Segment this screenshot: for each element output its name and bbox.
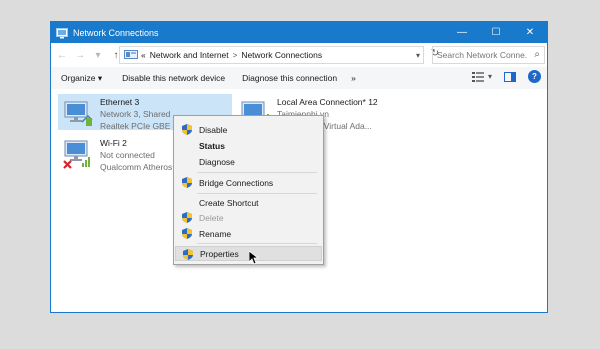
menu-item-label: Rename (199, 228, 232, 239)
title-bar[interactable]: Network Connections — ☐ ✕ (51, 22, 547, 43)
menu-item-status[interactable]: Status (175, 138, 322, 153)
menu-separator (197, 172, 317, 173)
connection-name: Local Area Connection* 12 (277, 97, 378, 107)
menu-item-bridge-connections[interactable]: Bridge Connections (175, 175, 322, 190)
back-arrow-icon[interactable]: ← (55, 50, 69, 61)
menu-item-create-shortcut[interactable]: Create Shortcut (175, 195, 322, 210)
breadcrumb-separator[interactable]: > (233, 51, 238, 60)
search-box[interactable]: ⌕ (432, 46, 545, 64)
wifi-adapter-disconnected-icon (62, 137, 94, 169)
address-bar[interactable]: « Network and Internet > Network Connect… (119, 46, 424, 64)
uac-shield-icon (183, 249, 193, 260)
menu-item-label: Delete (199, 212, 224, 223)
uac-shield-icon (182, 124, 192, 135)
menu-item-label: Bridge Connections (199, 177, 274, 188)
network-folder-icon (56, 27, 68, 39)
menu-item-delete: Delete (175, 210, 322, 225)
connection-name: Ethernet 3 (100, 97, 140, 107)
menu-separator (197, 243, 317, 244)
help-icon[interactable]: ? (528, 70, 541, 83)
mouse-pointer-icon (249, 251, 259, 265)
connection-device: Qualcomm Atheros C (100, 162, 181, 172)
menu-item-disable[interactable]: Disable (175, 122, 322, 137)
command-bar: Organize ▾ Disable this network device D… (51, 67, 547, 89)
connection-name: Wi-Fi 2 (100, 138, 127, 148)
organize-menu[interactable]: Organize ▾ (61, 73, 102, 84)
diagnose-connection-button[interactable]: Diagnose this connection (242, 73, 337, 83)
menu-item-label: Diagnose (199, 156, 235, 167)
uac-shield-icon (182, 228, 192, 239)
control-panel-icon (124, 50, 138, 60)
maximize-button[interactable]: ☐ (479, 22, 513, 43)
change-view-icon[interactable] (471, 71, 484, 82)
ethernet-adapter-icon (62, 96, 94, 128)
menu-item-rename[interactable]: Rename (175, 226, 322, 241)
search-input[interactable] (437, 50, 527, 60)
context-menu: Disable Status Diagnose Bridge Connectio… (173, 115, 324, 265)
navigation-bar: ← → ▾ ↑ « Network and Internet > Network… (51, 43, 547, 67)
disable-device-button[interactable]: Disable this network device (122, 73, 225, 83)
connection-status: Not connected (100, 150, 155, 160)
uac-shield-icon (182, 177, 192, 188)
menu-item-label: Disable (199, 124, 228, 135)
recent-locations-icon[interactable]: ▾ (91, 50, 105, 61)
breadcrumb-network-connections[interactable]: Network Connections (241, 50, 322, 60)
menu-item-label: Properties (200, 248, 239, 259)
menu-item-diagnose[interactable]: Diagnose (175, 154, 322, 169)
more-commands-button[interactable]: » (351, 73, 356, 83)
minimize-button[interactable]: — (445, 22, 479, 43)
menu-item-label: Status (199, 140, 225, 151)
preview-pane-icon[interactable] (504, 71, 516, 82)
uac-shield-icon (182, 212, 192, 223)
menu-item-label: Create Shortcut (199, 197, 259, 208)
menu-separator (197, 193, 317, 194)
window-title: Network Connections (73, 27, 159, 38)
breadcrumb-overflow[interactable]: « (141, 50, 146, 60)
view-options-dropdown-icon[interactable]: ▾ (488, 72, 492, 81)
address-dropdown-icon[interactable]: ▾ (416, 51, 420, 60)
search-icon[interactable]: ⌕ (534, 49, 540, 60)
forward-arrow-icon[interactable]: → (73, 50, 87, 61)
close-button[interactable]: ✕ (513, 22, 547, 43)
breadcrumb-network-and-internet[interactable]: Network and Internet (150, 50, 229, 60)
